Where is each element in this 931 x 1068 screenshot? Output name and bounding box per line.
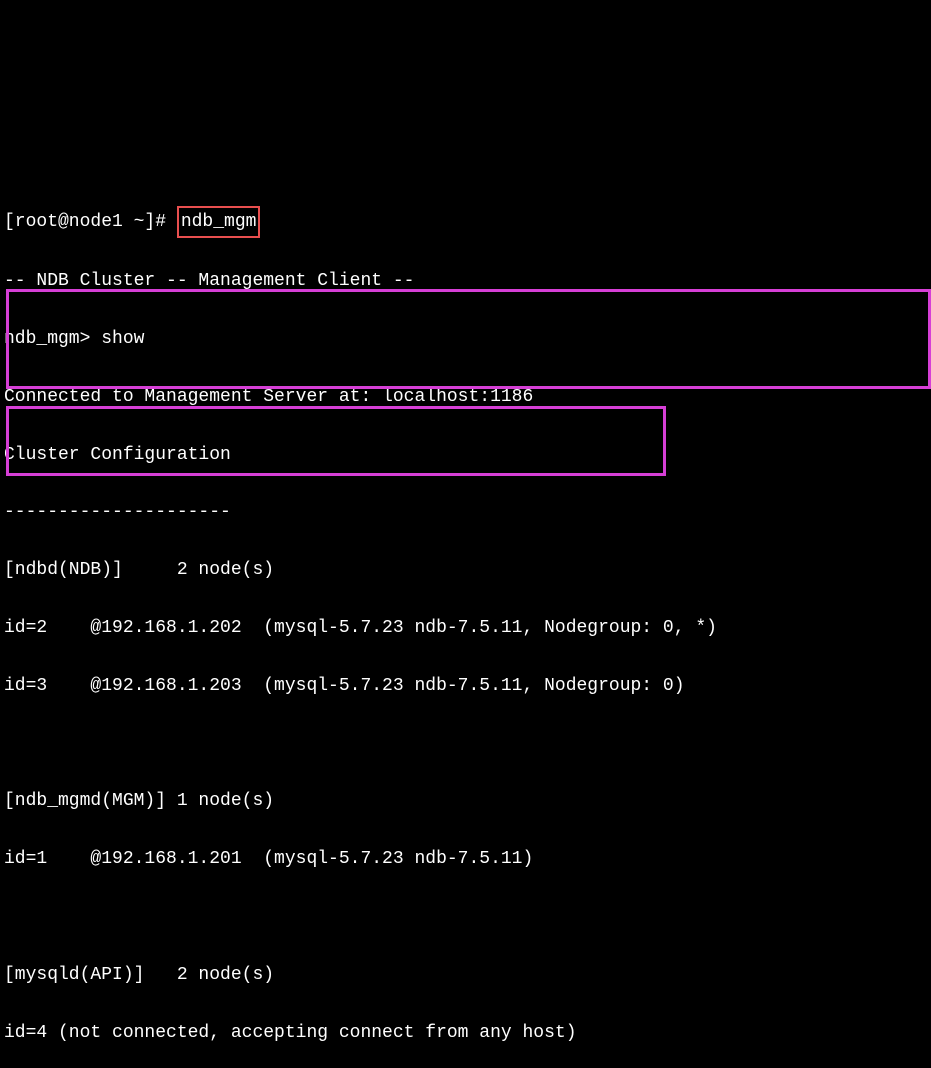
ndbd-section-highlight bbox=[6, 289, 931, 389]
mgmd-header: [ndb_mgmd(MGM)] 1 node(s) bbox=[4, 787, 927, 816]
blank-line bbox=[4, 903, 927, 932]
shell-prompt-line: [root@node1 ~]# ndb_mgm bbox=[4, 206, 927, 239]
api-header: [mysqld(API)] 2 node(s) bbox=[4, 961, 927, 990]
ndbd-node-1: id=2 @192.168.1.202 (mysql-5.7.23 ndb-7.… bbox=[4, 614, 927, 643]
mgmd-node-1: id=1 @192.168.1.201 (mysql-5.7.23 ndb-7.… bbox=[4, 845, 927, 874]
command-highlight: ndb_mgm bbox=[177, 206, 261, 239]
blank-line bbox=[4, 730, 927, 759]
api-node-1: id=4 (not connected, accepting connect f… bbox=[4, 1019, 927, 1048]
mgmd-section-highlight bbox=[6, 406, 666, 476]
ndbd-header: [ndbd(NDB)] 2 node(s) bbox=[4, 556, 927, 585]
shell-prompt: [root@node1 ~]# bbox=[4, 212, 177, 232]
divider: --------------------- bbox=[4, 498, 927, 527]
ndbd-node-2: id=3 @192.168.1.203 (mysql-5.7.23 ndb-7.… bbox=[4, 672, 927, 701]
